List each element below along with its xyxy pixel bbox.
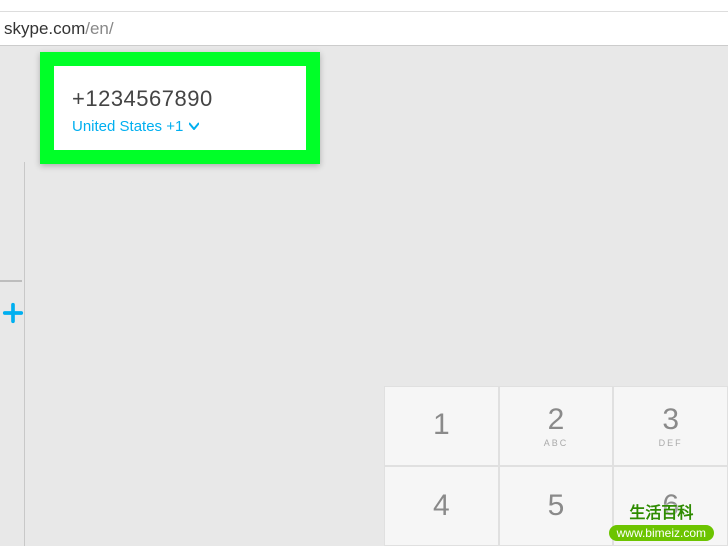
- dialpad-digit: 2: [548, 405, 565, 435]
- url-path: /en/: [85, 19, 113, 39]
- dialpad-letters: DEF: [659, 438, 683, 448]
- dialpad-key-2[interactable]: 2 ABC: [499, 386, 614, 466]
- dialpad-key-5[interactable]: 5: [499, 466, 614, 546]
- dialpad-key-1[interactable]: 1: [384, 386, 499, 466]
- dialpad: 1 2 ABC 3 DEF 4 5 6: [384, 386, 728, 546]
- dialpad-digit: 1: [433, 410, 450, 440]
- dialpad-key-4[interactable]: 4: [384, 466, 499, 546]
- dialpad-digit: 5: [548, 491, 565, 521]
- sidebar-divider: [24, 162, 26, 546]
- sidebar-separator: [0, 280, 22, 282]
- add-button[interactable]: [0, 300, 26, 326]
- url-domain: skype.com: [4, 19, 85, 39]
- dialpad-letters: ABC: [544, 438, 569, 448]
- plus-icon: [2, 302, 24, 324]
- country-selector[interactable]: United States +1: [72, 118, 288, 135]
- dialpad-digit: 4: [433, 491, 450, 521]
- dialpad-key-6[interactable]: 6: [613, 466, 728, 546]
- page-content: +1234567890 United States +1 1 2 ABC 3 D…: [0, 46, 728, 546]
- chevron-down-icon: [189, 121, 199, 131]
- browser-address-bar[interactable]: skype.com/en/: [0, 12, 728, 46]
- dialpad-digit: 3: [662, 405, 679, 435]
- browser-tab-strip: [0, 0, 728, 12]
- dialpad-digit: 6: [662, 491, 679, 521]
- dialer-input-card: +1234567890 United States +1: [54, 66, 306, 150]
- phone-number-input[interactable]: +1234567890: [72, 86, 288, 112]
- country-label: United States +1: [72, 118, 183, 135]
- dialpad-key-3[interactable]: 3 DEF: [613, 386, 728, 466]
- highlight-box: +1234567890 United States +1: [40, 52, 320, 164]
